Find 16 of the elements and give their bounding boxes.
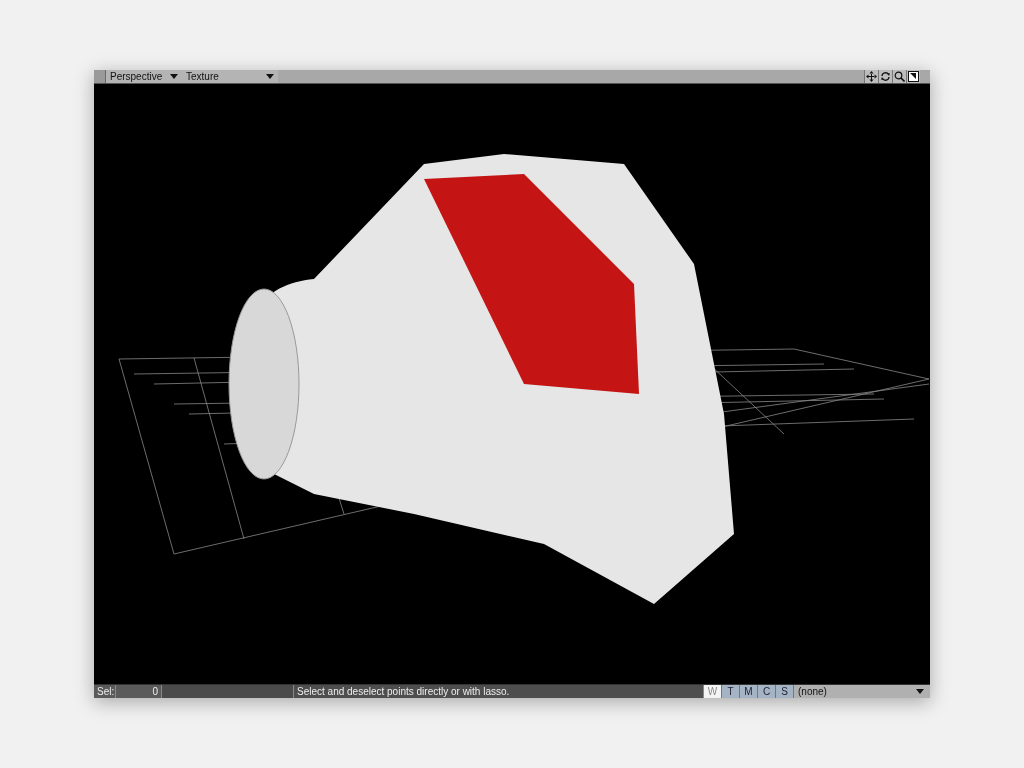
selection-label: Sel:	[94, 685, 116, 698]
render-mode-dropdown[interactable]: Texture	[182, 70, 278, 83]
panel-grip[interactable]	[94, 70, 106, 83]
rotate-icon[interactable]	[878, 70, 892, 83]
mode-toggle[interactable]: C	[758, 685, 776, 698]
move-icon[interactable]	[864, 70, 878, 83]
mode-toggle[interactable]: M	[740, 685, 758, 698]
search-icon[interactable]	[892, 70, 906, 83]
status-message: Select and deselect points directly or with lasso.	[294, 685, 704, 698]
view-mode-dropdown[interactable]: Perspective	[106, 70, 182, 83]
mode-toggle[interactable]: S	[776, 685, 794, 698]
mode-toggle[interactable]: T	[722, 685, 740, 698]
map-dropdown[interactable]: (none)	[794, 685, 930, 698]
caret-icon	[266, 74, 274, 79]
maximize-icon[interactable]	[906, 70, 920, 83]
caret-icon	[916, 689, 924, 694]
